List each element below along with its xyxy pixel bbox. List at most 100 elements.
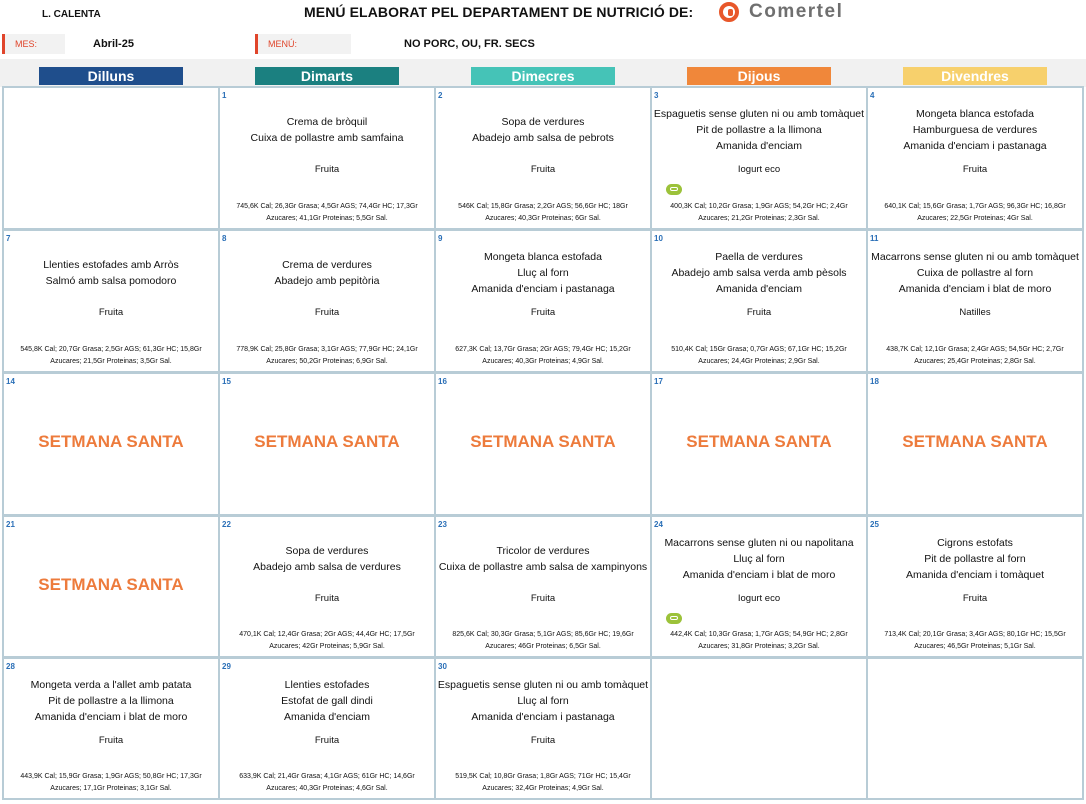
dish-item: Abadejo amb salsa verda amb pèsols — [671, 267, 847, 279]
day-cell — [4, 88, 218, 228]
month-field: MES: Abril-25 — [2, 34, 221, 54]
dish-item: Amanida d'enciam — [715, 140, 803, 152]
day-number: 15 — [222, 377, 231, 386]
dish-item: Lluç al forn — [517, 267, 569, 279]
day-cell: 11 Macarrons sense gluten ni ou amb tomàq… — [868, 231, 1082, 371]
dessert-label: Iogurt eco — [737, 593, 781, 604]
day-cell: 29 Llenties estofades Estofat de gall dind… — [220, 659, 434, 798]
dish-list: Mongeta verda a l'allet amb patata Pit de… — [4, 677, 218, 725]
dessert-label: Fruita — [314, 164, 340, 175]
day-number: 11 — [870, 234, 879, 243]
dish-item: Mongeta verda a l'allet amb patata — [30, 679, 192, 691]
weekday-header-dilluns: Dilluns — [39, 67, 183, 85]
dessert-label: Fruita — [962, 593, 988, 604]
nutrition-info: 633,9K Cal; 21,4Gr Grasa; 4,1Gr AGS; 61G… — [239, 773, 415, 792]
dish-list: Paella de verdures Abadejo amb salsa verd… — [652, 249, 866, 297]
dish-item: Abadejo amb pepitòria — [274, 275, 380, 287]
day-number: 24 — [654, 520, 663, 529]
dish-list: Sopa de verdures Abadejo amb salsa de peb… — [436, 114, 650, 146]
day-cell: 18 SETMANA SANTA — [868, 374, 1082, 514]
dish-list: Mongeta blanca estofada Hamburguesa de ve… — [868, 106, 1082, 154]
day-cell: 22 Sopa de verdures Abadejo amb salsa de v… — [220, 517, 434, 656]
day-cell: 25 Cigrons estofats Pit de pollastre al fo… — [868, 517, 1082, 656]
day-number: 4 — [870, 91, 875, 100]
dish-item: Pit de pollastre al forn — [924, 553, 1026, 565]
day-cell: 4 Mongeta blanca estofada Hamburguesa de v… — [868, 88, 1082, 228]
day-cell — [652, 659, 866, 798]
dish-item: Cuixa de pollastre amb samfaina — [250, 132, 404, 144]
dish-item: Crema de bròquil — [286, 116, 368, 128]
nutrition-info: 442,4K Cal; 10,3Gr Grasa; 1,7Gr AGS; 54,… — [670, 631, 848, 650]
day-number: 14 — [6, 377, 15, 386]
logo-text: Comertel — [749, 1, 844, 22]
day-cell: 30 Espaguetis sense gluten ni ou amb tomà… — [436, 659, 650, 798]
weekday-header-divendres: Divendres — [903, 67, 1047, 85]
dish-item: Amanida d'enciam i pastanaga — [471, 711, 615, 723]
dish-item: Amanida d'enciam — [283, 711, 371, 723]
dish-list: Tricolor de verdures Cuixa de pollastre a… — [436, 543, 650, 575]
dish-item: Amanida d'enciam i pastanaga — [471, 283, 615, 295]
menu-value: NO PORC, OU, FR. SECS — [404, 38, 535, 50]
day-cell: 21 SETMANA SANTA — [4, 517, 218, 656]
dish-item: Llenties estofades — [284, 679, 370, 691]
day-cell: 14 SETMANA SANTA — [4, 374, 218, 514]
dessert-label: Fruita — [314, 735, 340, 746]
dish-list: Espaguetis sense gluten ni ou amb tomàqu… — [436, 677, 650, 725]
nutrition-info: 519,5K Cal; 10,8Gr Grasa; 1,8Gr AGS; 71G… — [455, 773, 631, 792]
dish-item: Espaguetis sense gluten ni ou amb tomàqu… — [437, 679, 649, 691]
day-cell: 9 Mongeta blanca estofada Lluç al forn Aman… — [436, 231, 650, 371]
dessert-label: Fruita — [98, 307, 124, 318]
dish-item: Amanida d'enciam — [715, 283, 803, 295]
weekday-header-dimecres: Dimecres — [471, 67, 615, 85]
dish-item: Amanida d'enciam i blat de moro — [34, 711, 188, 723]
day-number: 17 — [654, 377, 663, 386]
nutrition-info: 825,6K Cal; 30,3Gr Grasa; 5,1Gr AGS; 85,… — [452, 631, 634, 650]
day-number: 22 — [222, 520, 231, 529]
dish-item: Pit de pollastre a la llimona — [48, 695, 174, 707]
day-cell — [868, 659, 1082, 798]
dish-item: Salmó amb salsa pomodoro — [45, 275, 177, 287]
nutrition-info: 627,3K Cal; 13,7Gr Grasa; 2Gr AGS; 79,4G… — [455, 346, 631, 365]
nutrition-info: 545,8K Cal; 20,7Gr Grasa; 2,5Gr AGS; 61,… — [20, 346, 202, 365]
nutrition-info: 438,7K Cal; 12,1Gr Grasa; 2,4Gr AGS; 54,… — [886, 346, 1064, 365]
dish-list: Espaguetis sense gluten ni ou amb tomàqu… — [652, 106, 866, 154]
location-label: L. CALENTA — [42, 9, 101, 20]
nutrition-info: 640,1K Cal; 15,6Gr Grasa; 1,7Gr AGS; 96,… — [884, 203, 1066, 222]
dish-item: Pit de pollastre a la llimona — [696, 124, 822, 136]
dish-item: Cigrons estofats — [937, 537, 1013, 549]
dessert-label: Fruita — [530, 307, 556, 318]
day-number: 25 — [870, 520, 879, 529]
dish-list: Cigrons estofats Pit de pollastre al forn… — [868, 535, 1082, 583]
nutrition-info: 778,9K Cal; 25,8Gr Grasa; 3,1Gr AGS; 77,… — [236, 346, 418, 365]
dessert-label: Fruita — [98, 735, 124, 746]
day-number: 23 — [438, 520, 447, 529]
dish-item: Estofat de gall dindi — [281, 695, 373, 707]
dish-item: Sopa de verdures — [285, 545, 369, 557]
day-number: 30 — [438, 662, 447, 671]
dish-item: Amanida d'enciam i tomàquet — [906, 569, 1044, 581]
holiday-label: SETMANA SANTA — [686, 432, 832, 451]
dish-list: Llenties estofades amb Arròs Salmó amb sa… — [4, 257, 218, 289]
dish-list: Sopa de verdures Abadejo amb salsa de ver… — [220, 543, 434, 575]
dessert-label: Fruita — [530, 735, 556, 746]
dish-item: Abadejo amb salsa de verdures — [253, 561, 401, 573]
dish-item: Tricolor de verdures — [496, 545, 590, 557]
menu-calendar-grid: 1 Crema de bròquil Cuixa de pollastre amb … — [2, 86, 1084, 800]
dessert-label: Fruita — [746, 307, 772, 318]
nutrition-info: 510,4K Cal; 15Gr Grasa; 0,7Gr AGS; 67,1G… — [671, 346, 847, 365]
dish-item: Macarrons sense gluten ni ou napolitana — [664, 537, 854, 549]
dish-list: Macarrons sense gluten ni ou amb tomàque… — [868, 249, 1082, 297]
dessert-label: Fruita — [530, 164, 556, 175]
day-cell: 7 Llenties estofades amb Arròs Salmó amb s… — [4, 231, 218, 371]
day-number: 1 — [222, 91, 227, 100]
dish-item: Cuixa de pollastre al forn — [916, 267, 1034, 279]
day-cell: 23 Tricolor de verdures Cuixa de pollastre… — [436, 517, 650, 656]
dish-item: Cuixa de pollastre amb salsa de xampinyo… — [438, 561, 648, 573]
eco-badge-icon — [666, 613, 682, 624]
comertel-logo-icon — [719, 2, 739, 22]
day-cell: 3 Espaguetis sense gluten ni ou amb tomàq… — [652, 88, 866, 228]
day-cell: 16 SETMANA SANTA — [436, 374, 650, 514]
dish-item: Amanida d'enciam i blat de moro — [682, 569, 836, 581]
dish-item: Mongeta blanca estofada — [916, 108, 1034, 120]
dessert-label: Fruita — [530, 593, 556, 604]
